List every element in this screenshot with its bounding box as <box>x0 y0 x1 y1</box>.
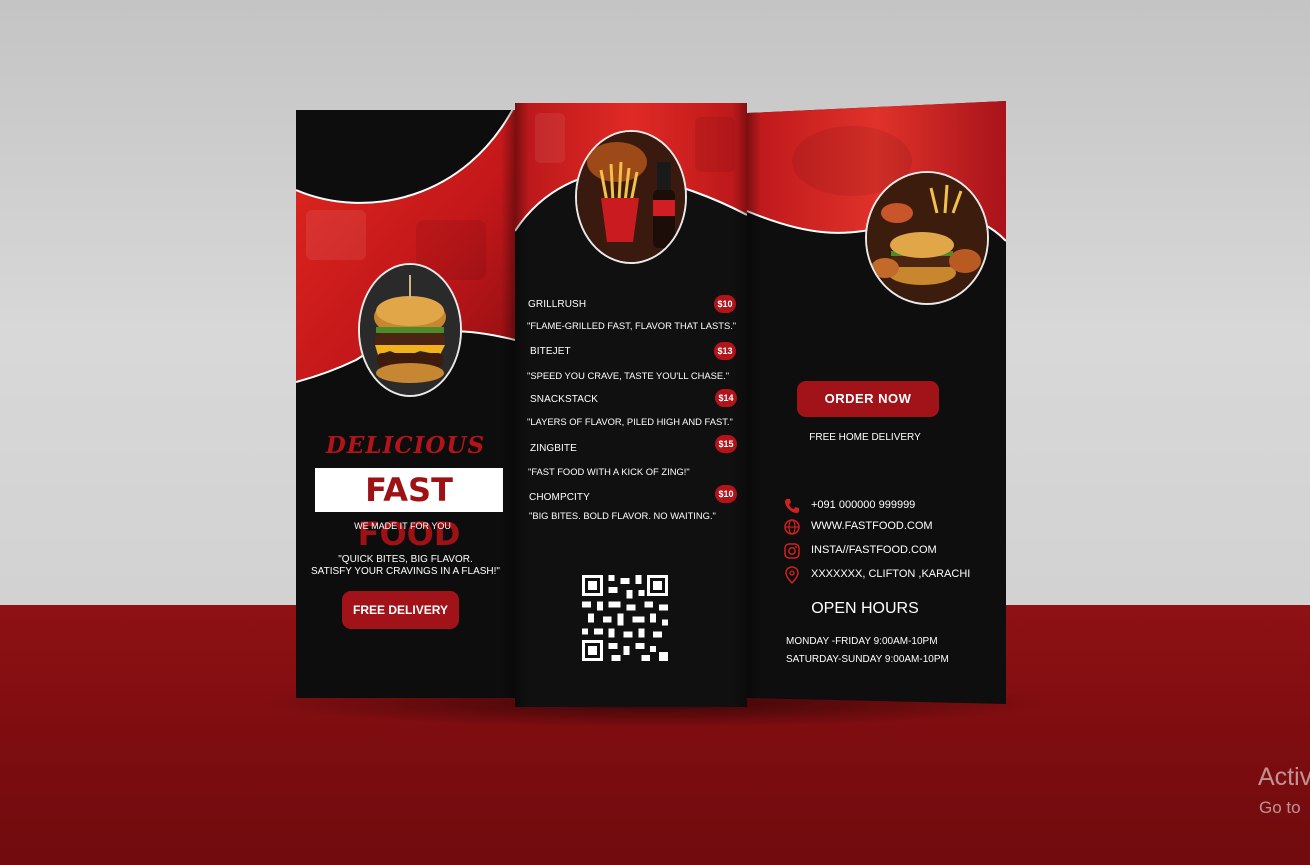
menu-item-name: GRILLRUSH <box>528 299 587 310</box>
hours-weekend: SATURDAY-SUNDAY 9:00AM-10PM <box>786 654 949 665</box>
menu-item-name: BITEJET <box>530 346 571 357</box>
menu-item-name: ZINGBITE <box>530 443 577 454</box>
brochure-middle-panel: GRILLRUSH $10 "FLAME-GRILLED FAST, FLAVO… <box>515 103 747 707</box>
menu-item-name: CHOMPCITY <box>529 492 590 503</box>
qr-code[interactable] <box>582 571 668 665</box>
instagram-icon <box>784 543 800 559</box>
fold-shade <box>733 103 747 707</box>
brochure-left-panel: DELICIOUS FAST FOOD WE MADE IT FOR YOU "… <box>296 110 515 698</box>
headline-script: DELICIOUS <box>325 432 486 459</box>
burger-icon <box>360 265 460 395</box>
activation-watermark-line2: Go to <box>1259 798 1301 817</box>
free-delivery-button[interactable]: FREE DELIVERY <box>342 591 459 629</box>
hours-weekdays: MONDAY -FRIDAY 9:00AM-10PM <box>786 636 938 647</box>
contact-text: WWW.FASTFOOD.COM <box>811 520 933 532</box>
burger-photo <box>358 263 462 397</box>
phone-icon <box>785 499 799 513</box>
location-pin-icon <box>785 566 799 584</box>
headline-main: FAST FOOD <box>315 468 503 553</box>
globe-icon <box>784 519 800 535</box>
fries-icon <box>577 132 685 262</box>
fold-shade <box>501 110 515 698</box>
activation-watermark-line1: Activ <box>1258 763 1310 791</box>
hours-title: OPEN HOURS <box>811 600 919 617</box>
menu-item-name: SNACKSTACK <box>530 394 599 405</box>
fold-shade <box>515 103 529 707</box>
burger-combo-photo <box>865 171 989 305</box>
tagline: WE MADE IT FOR YOU <box>354 521 451 531</box>
contact-text: INSTA//FASTFOOD.COM <box>811 544 937 556</box>
contact-text: +091 000000 999999 <box>811 499 916 511</box>
menu-item-description: "FLAME-GRILLED FAST, FLAVOR THAT LASTS." <box>527 320 737 331</box>
menu-item-description: "FAST FOOD WITH A KICK OF ZING!" <box>528 466 690 477</box>
combo-meal-icon <box>867 173 987 303</box>
contact-text: XXXXXXX, CLIFTON ,KARACHI <box>811 568 971 580</box>
menu-item-description: "BIG BITES. BOLD FLAVOR. NO WAITING." <box>529 510 716 521</box>
fries-and-cola-photo <box>575 130 687 264</box>
quote-line-2: SATISFY YOUR CRAVINGS IN A FLASH!" <box>311 566 500 577</box>
fold-shade <box>747 101 761 704</box>
quote-line-1: "QUICK BITES, BIG FLAVOR. <box>338 554 473 565</box>
brochure-right-panel: ORDER NOW FREE HOME DELIVERY +091 000000… <box>747 101 1006 704</box>
menu-item-description: "SPEED YOU CRAVE, TASTE YOU'LL CHASE." <box>527 370 730 381</box>
mockup-scene: DELICIOUS FAST FOOD WE MADE IT FOR YOU "… <box>0 0 1310 865</box>
menu-item-description: "LAYERS OF FLAVOR, PILED HIGH AND FAST." <box>527 416 733 427</box>
order-now-button[interactable]: ORDER NOW <box>797 381 939 417</box>
delivery-note: FREE HOME DELIVERY <box>809 432 921 443</box>
